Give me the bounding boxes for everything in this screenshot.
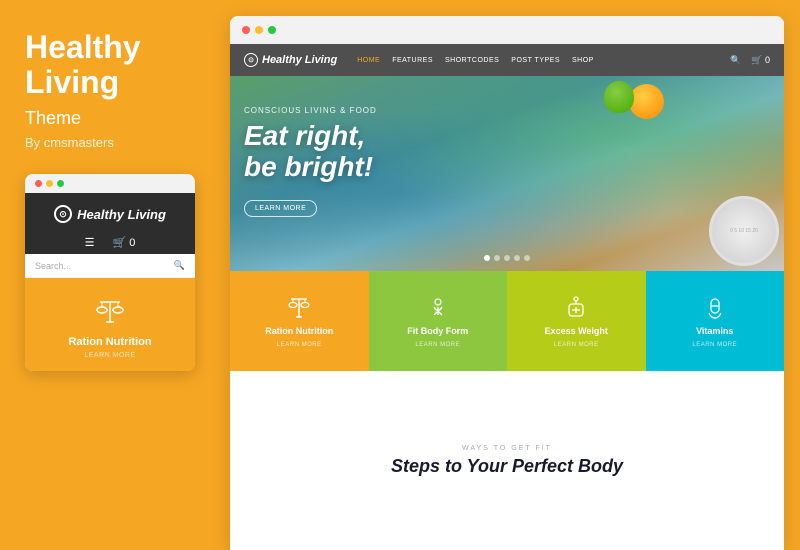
feature-vitamins-learn[interactable]: LEARN MORE xyxy=(692,342,737,348)
nav-post-types[interactable]: POST TYPES xyxy=(511,57,560,64)
mockup-logo-text: Healthy Living xyxy=(77,207,166,222)
search-icon[interactable]: 🔍 xyxy=(730,55,741,66)
hero-title-line1: Eat right, xyxy=(244,120,365,151)
vitamins-icon xyxy=(701,294,729,322)
apple-decoration xyxy=(604,81,634,113)
feature-excess-label: Excess Weight xyxy=(545,326,608,336)
mockup-header: ⊙ Healthy Living xyxy=(25,193,195,231)
theme-subtitle: Theme xyxy=(25,108,205,129)
feature-vitamins-label: Vitamins xyxy=(696,326,733,336)
browser-titlebar xyxy=(230,16,784,44)
hero-dot-3[interactable] xyxy=(504,255,510,261)
ways-label: WAYS TO GET FIT xyxy=(462,445,552,452)
feature-excess-learn[interactable]: LEARN MORE xyxy=(554,342,599,348)
site-header-right: 🔍 🛒 0 xyxy=(730,55,770,66)
bottom-section: WAYS TO GET FIT Steps to Your Perfect Bo… xyxy=(230,371,784,550)
fit-icon xyxy=(424,294,452,322)
mockup-logo: ⊙ Healthy Living xyxy=(35,205,185,223)
browser-dot-green xyxy=(268,26,276,34)
hero-content: Conscious Living & Food Eat right, be br… xyxy=(244,106,377,217)
theme-byline: By cmsmasters xyxy=(25,135,205,150)
ration-icon xyxy=(285,294,313,322)
orange-decoration xyxy=(629,84,664,119)
left-panel: HealthyLiving Theme By cmsmasters ⊙ Heal… xyxy=(0,0,230,550)
cart-header-icon[interactable]: 🛒 0 xyxy=(751,55,770,66)
site-nav: HOME FEATURES SHORTCODES POST TYPES SHOP xyxy=(357,57,730,64)
feature-label: Ration Nutrition xyxy=(35,336,185,348)
feature-box-vitamins[interactable]: Vitamins LEARN MORE xyxy=(646,271,785,371)
hero-learn-more-button[interactable]: LEARN MORE xyxy=(244,200,317,217)
mockup-titlebar xyxy=(25,174,195,193)
steps-title: Steps to Your Perfect Body xyxy=(391,456,623,477)
mockup-search: Search... 🔍 xyxy=(25,254,195,278)
browser-dot-red xyxy=(242,26,250,34)
hamburger-icon[interactable]: ☰ xyxy=(85,236,95,249)
hero-title: Eat right, be bright! xyxy=(244,121,377,183)
feature-boxes: Ration Nutrition LEARN MORE Fit Body For… xyxy=(230,271,784,371)
dot-yellow xyxy=(46,180,53,187)
hero-subtitle: Conscious Living & Food xyxy=(244,106,377,115)
hero-dot-2[interactable] xyxy=(494,255,500,261)
browser-dot-yellow xyxy=(255,26,263,34)
feature-ration-label: Ration Nutrition xyxy=(265,326,333,336)
excess-icon xyxy=(562,294,590,322)
feature-box-ration[interactable]: Ration Nutrition LEARN MORE xyxy=(230,271,369,371)
feature-box-excess[interactable]: Excess Weight LEARN MORE xyxy=(507,271,646,371)
site-logo-icon: ⊙ xyxy=(244,53,258,67)
browser-mockup: ⊙ Healthy Living HOME FEATURES SHORTCODE… xyxy=(230,16,784,550)
hero-dot-1[interactable] xyxy=(484,255,490,261)
cart-icon[interactable]: 🛒 0 xyxy=(113,236,136,249)
search-placeholder-text: Search... xyxy=(35,261,71,271)
nav-shop[interactable]: SHOP xyxy=(572,57,594,64)
feature-fit-label: Fit Body Form xyxy=(407,326,468,336)
hero-dot-4[interactable] xyxy=(514,255,520,261)
dot-green xyxy=(57,180,64,187)
hero-dot-5[interactable] xyxy=(524,255,530,261)
feature-learn[interactable]: LEARN MORE xyxy=(35,352,185,359)
nav-features[interactable]: FEATURES xyxy=(392,57,433,64)
theme-title: HealthyLiving xyxy=(25,30,205,100)
mockup-nav: ☰ 🛒 0 xyxy=(25,231,195,254)
feature-fit-learn[interactable]: LEARN MORE xyxy=(415,342,460,348)
site-header: ⊙ Healthy Living HOME FEATURES SHORTCODE… xyxy=(230,44,784,76)
hero-dots xyxy=(484,255,530,261)
mobile-mockup: ⊙ Healthy Living ☰ 🛒 0 Search... 🔍 Rati xyxy=(25,174,195,371)
search-icon[interactable]: 🔍 xyxy=(174,260,185,271)
scale-decoration: 0 5 10 15 20 xyxy=(709,196,779,266)
feature-box-fit[interactable]: Fit Body Form LEARN MORE xyxy=(369,271,508,371)
site-logo-text: Healthy Living xyxy=(262,54,337,66)
logo-icon: ⊙ xyxy=(54,205,72,223)
site-logo: ⊙ Healthy Living xyxy=(244,53,337,67)
hero-section: 0 5 10 15 20 Conscious Living & Food Eat… xyxy=(230,76,784,271)
ration-nutrition-icon xyxy=(92,294,128,330)
hero-title-line2: be bright! xyxy=(244,151,373,182)
feature-ration-learn[interactable]: LEARN MORE xyxy=(277,342,322,348)
nav-shortcodes[interactable]: SHORTCODES xyxy=(445,57,499,64)
dot-red xyxy=(35,180,42,187)
nav-home[interactable]: HOME xyxy=(357,57,380,64)
mockup-feature: Ration Nutrition LEARN MORE xyxy=(25,278,195,371)
